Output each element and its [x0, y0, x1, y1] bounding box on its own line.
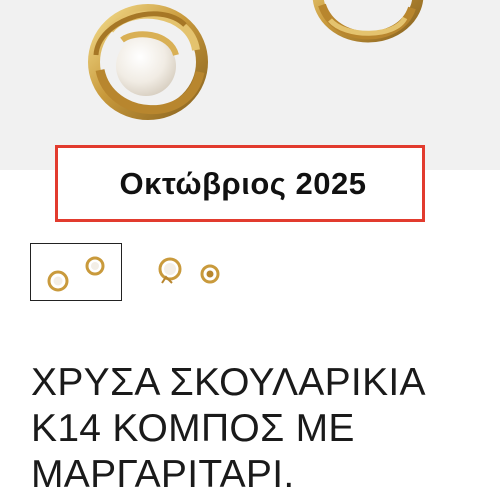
thumbnail-strip [30, 243, 240, 301]
thumbnail-2[interactable] [148, 243, 240, 301]
date-banner-text: Οκτώβριος 2025 [119, 165, 367, 201]
thumbnail-1[interactable] [30, 243, 122, 301]
left-earring-icon [88, 4, 208, 120]
earrings-pearl-thumbnail-icon [158, 257, 220, 284]
date-banner: Οκτώβριος 2025 [55, 145, 425, 222]
earrings-pair-thumbnail-icon [47, 256, 105, 292]
right-earring-icon [312, 0, 424, 43]
product-title: ΧΡΥΣΑ ΣΚΟΥΛΑΡΙΚΙΑ Κ14 ΚΟΜΠΟΣ ΜΕ ΜΑΡΓΑΡΙΤ… [31, 361, 424, 496]
